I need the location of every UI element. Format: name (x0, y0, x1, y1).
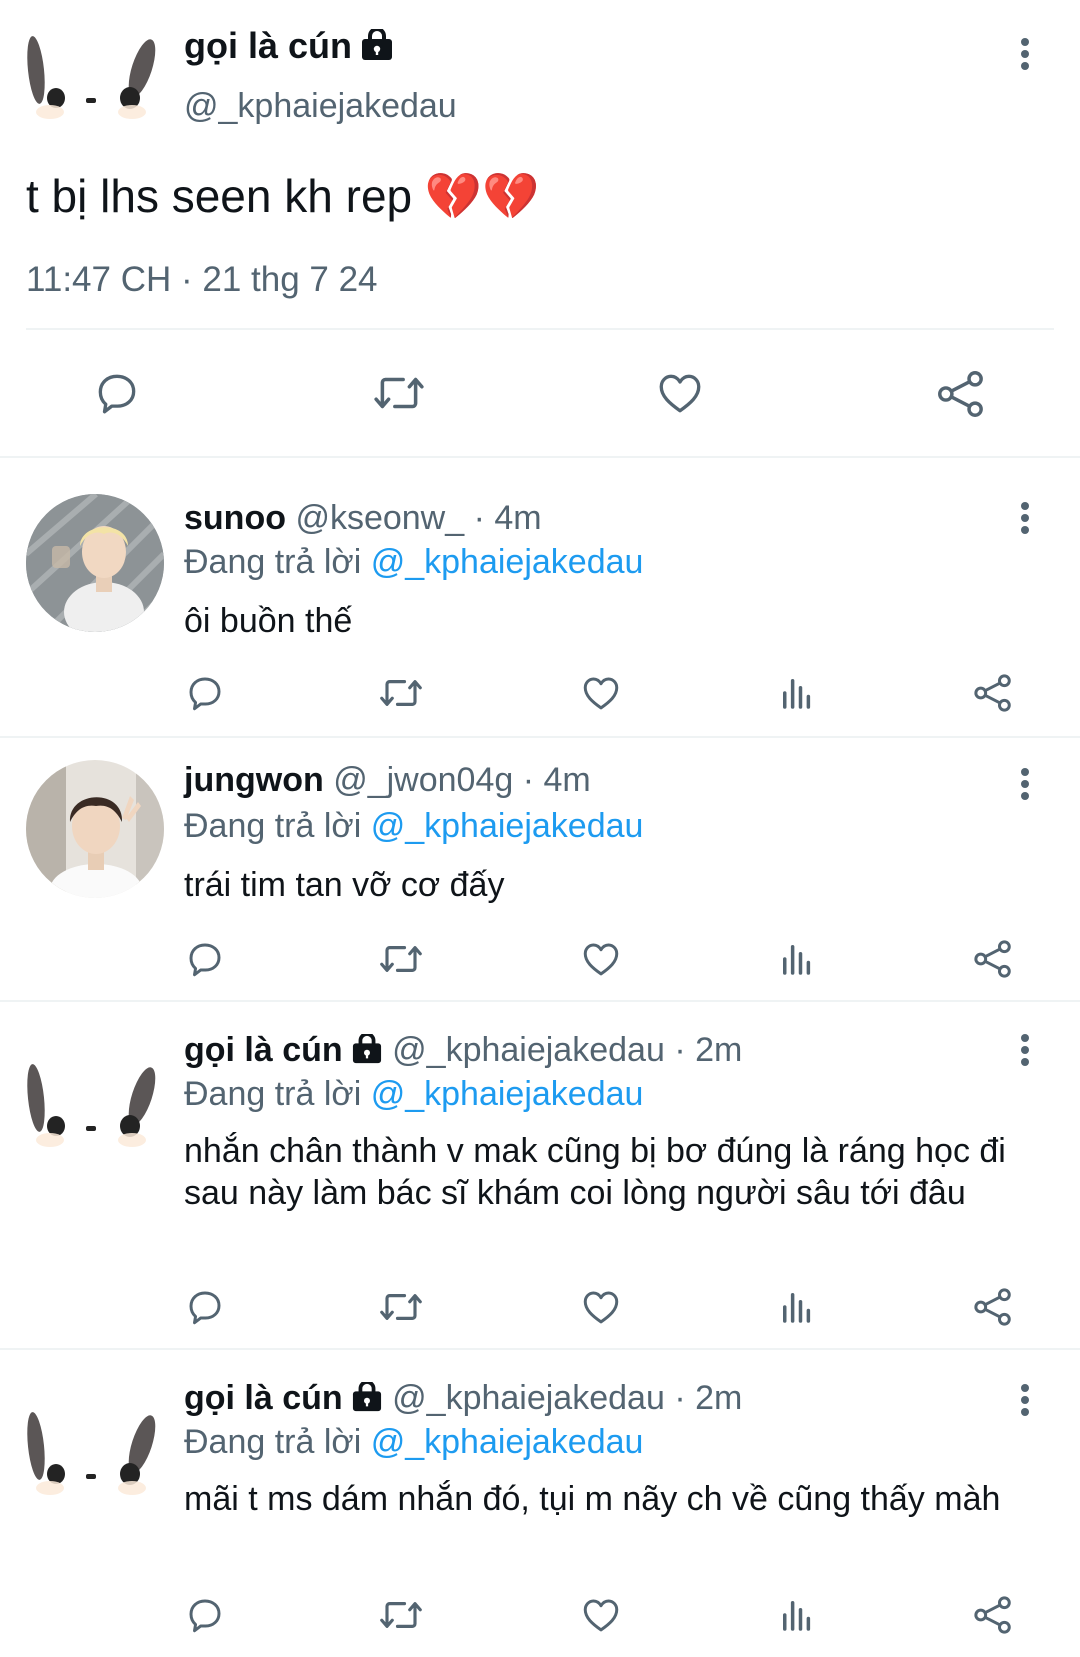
like-icon[interactable] (580, 1286, 622, 1328)
share-icon[interactable] (972, 938, 1014, 980)
lock-icon (360, 27, 394, 71)
main-tweet-name[interactable]: gọi là cún (184, 25, 352, 66)
replying-to-label: Đang trả lời (184, 543, 362, 581)
main-tweet-handle[interactable]: @_kphaiejakedau (184, 84, 457, 128)
reply-text: ôi buồn thế (184, 602, 353, 640)
replying-to-link[interactable]: @_kphaiejakedau (371, 543, 644, 581)
replying-to-label: Đang trả lời (184, 1075, 362, 1113)
retweet-icon[interactable] (372, 368, 426, 418)
divider (26, 328, 1054, 330)
section-divider (0, 1000, 1080, 1002)
reply-author-name[interactable]: jungwon (184, 761, 324, 799)
like-icon[interactable] (580, 938, 622, 980)
main-tweet-avatar[interactable] (22, 22, 162, 132)
like-icon[interactable] (580, 672, 622, 714)
section-divider (0, 1348, 1080, 1350)
lock-icon (351, 1032, 383, 1073)
reply-time[interactable]: · 2m (674, 1379, 742, 1417)
reply-author-name[interactable]: sunoo (184, 499, 286, 537)
reply-text: mãi t ms dám nhắn đó, tụi m nãy ch về cũ… (184, 1480, 1001, 1518)
reply-author-handle[interactable]: @_kphaiejakedau (392, 1379, 665, 1417)
reply-time[interactable]: · 4m (523, 761, 591, 799)
more-options-icon[interactable] (1010, 34, 1040, 74)
share-icon[interactable] (935, 368, 987, 420)
section-divider (0, 736, 1080, 738)
more-options-icon[interactable] (1010, 498, 1040, 538)
replying-to-label: Đang trả lời (184, 807, 362, 845)
avatar[interactable] (22, 1398, 162, 1508)
main-tweet-text: t bị lhs seen kh rep 💔💔 (26, 170, 540, 222)
replying-to-label: Đang trả lời (184, 1423, 362, 1461)
reply-icon[interactable] (92, 368, 142, 418)
reply-author-name[interactable]: gọi là cún (184, 1379, 343, 1417)
reply-icon[interactable] (184, 672, 226, 714)
reply-icon[interactable] (184, 1286, 226, 1328)
views-icon[interactable] (776, 1594, 818, 1636)
views-icon[interactable] (776, 672, 818, 714)
retweet-icon[interactable] (378, 672, 424, 714)
share-icon[interactable] (972, 1594, 1014, 1636)
views-icon[interactable] (776, 938, 818, 980)
replying-to-link[interactable]: @_kphaiejakedau (371, 1075, 644, 1113)
lock-icon (351, 1380, 383, 1421)
more-options-icon[interactable] (1010, 1380, 1040, 1420)
reply-author-handle[interactable]: @_kphaiejakedau (392, 1031, 665, 1069)
retweet-icon[interactable] (378, 1286, 424, 1328)
retweet-icon[interactable] (378, 938, 424, 980)
share-icon[interactable] (972, 1286, 1014, 1328)
reply-text: nhắn chân thành v mak cũng bị bơ đúng là… (184, 1132, 1006, 1212)
reply-author-name[interactable]: gọi là cún (184, 1031, 343, 1069)
main-tweet-timestamp[interactable]: 11:47 CH · 21 thg 7 24 (26, 258, 378, 302)
reply-icon[interactable] (184, 1594, 226, 1636)
reply-author-handle[interactable]: @_jwon04g (333, 761, 513, 799)
like-icon[interactable] (580, 1594, 622, 1636)
reply-icon[interactable] (184, 938, 226, 980)
avatar[interactable] (26, 494, 164, 632)
like-icon[interactable] (654, 368, 706, 418)
more-options-icon[interactable] (1010, 764, 1040, 804)
replying-to-link[interactable]: @_kphaiejakedau (371, 807, 644, 845)
reply-text: trái tim tan vỡ cơ đấy (184, 866, 505, 904)
more-options-icon[interactable] (1010, 1030, 1040, 1070)
retweet-icon[interactable] (378, 1594, 424, 1636)
avatar[interactable] (26, 760, 164, 898)
reply-time[interactable]: · 4m (474, 499, 542, 537)
reply-author-handle[interactable]: @kseonw_ (295, 499, 464, 537)
avatar[interactable] (22, 1050, 162, 1160)
views-icon[interactable] (776, 1286, 818, 1328)
replying-to-link[interactable]: @_kphaiejakedau (371, 1423, 644, 1461)
share-icon[interactable] (972, 672, 1014, 714)
section-divider (0, 456, 1080, 458)
reply-time[interactable]: · 2m (674, 1031, 742, 1069)
